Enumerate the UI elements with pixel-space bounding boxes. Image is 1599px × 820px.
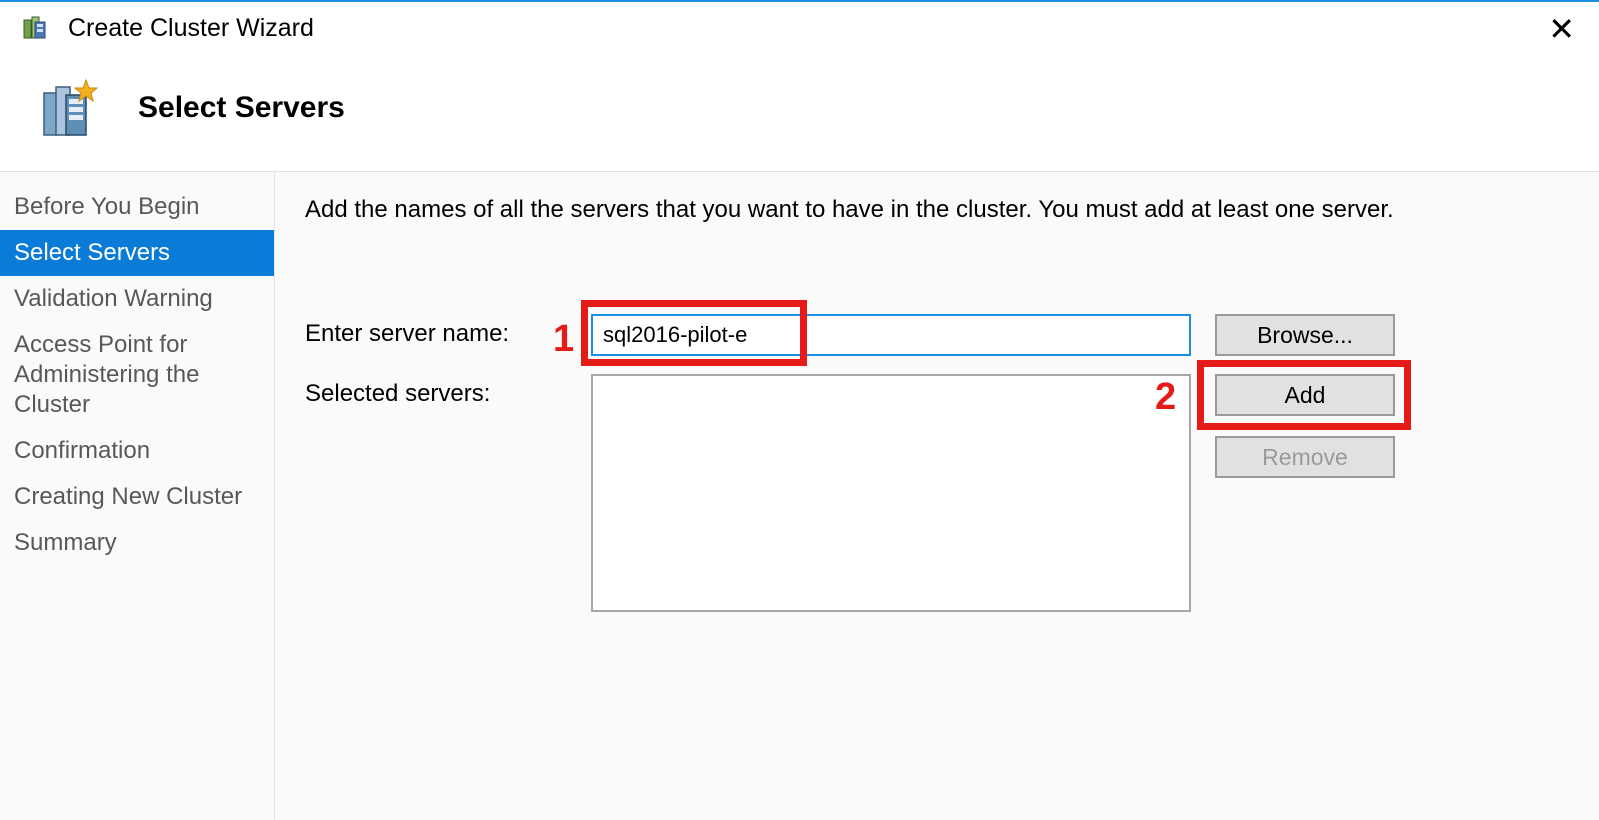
wizard-icon: [36, 73, 106, 143]
main-panel: Add the names of all the servers that yo…: [275, 172, 1599, 820]
page-title: Select Servers: [138, 91, 345, 125]
sidebar: Before You Begin Select Servers Validati…: [0, 172, 275, 820]
browse-button[interactable]: Browse...: [1215, 314, 1395, 356]
sidebar-item-creating-new-cluster[interactable]: Creating New Cluster: [0, 474, 274, 520]
button-col-add-remove: Add Remove: [1215, 374, 1395, 478]
selected-servers-wrap: [591, 374, 1191, 612]
button-col-browse: Browse...: [1215, 314, 1395, 356]
selected-servers-label: Selected servers:: [305, 374, 591, 408]
server-name-input-wrap: [591, 314, 1191, 356]
instruction-text: Add the names of all the servers that yo…: [305, 196, 1569, 224]
sidebar-item-summary[interactable]: Summary: [0, 520, 274, 566]
add-button-wrap: Add: [1215, 374, 1395, 416]
sidebar-item-select-servers[interactable]: Select Servers: [0, 230, 274, 276]
server-name-input[interactable]: [591, 314, 1191, 356]
selected-servers-list[interactable]: [591, 374, 1191, 612]
titlebar: Create Cluster Wizard ✕: [0, 0, 1599, 55]
header-strip: Select Servers: [0, 55, 1599, 172]
window-title: Create Cluster Wizard: [68, 14, 314, 43]
row-selected-servers: Selected servers: Add Remove 2: [305, 374, 1569, 612]
sidebar-item-confirmation[interactable]: Confirmation: [0, 428, 274, 474]
wizard-body: Before You Begin Select Servers Validati…: [0, 172, 1599, 820]
row-enter-server: Enter server name: Browse... 1: [305, 314, 1569, 356]
titlebar-left: Create Cluster Wizard: [20, 14, 314, 44]
sidebar-item-validation-warning[interactable]: Validation Warning: [0, 276, 274, 322]
sidebar-item-access-point[interactable]: Access Point for Administering the Clust…: [0, 322, 274, 428]
add-button[interactable]: Add: [1215, 374, 1395, 416]
sidebar-item-before-you-begin[interactable]: Before You Begin: [0, 184, 274, 230]
enter-server-label: Enter server name:: [305, 314, 591, 348]
app-icon: [20, 14, 50, 44]
close-icon[interactable]: ✕: [1544, 13, 1579, 45]
remove-button: Remove: [1215, 436, 1395, 478]
